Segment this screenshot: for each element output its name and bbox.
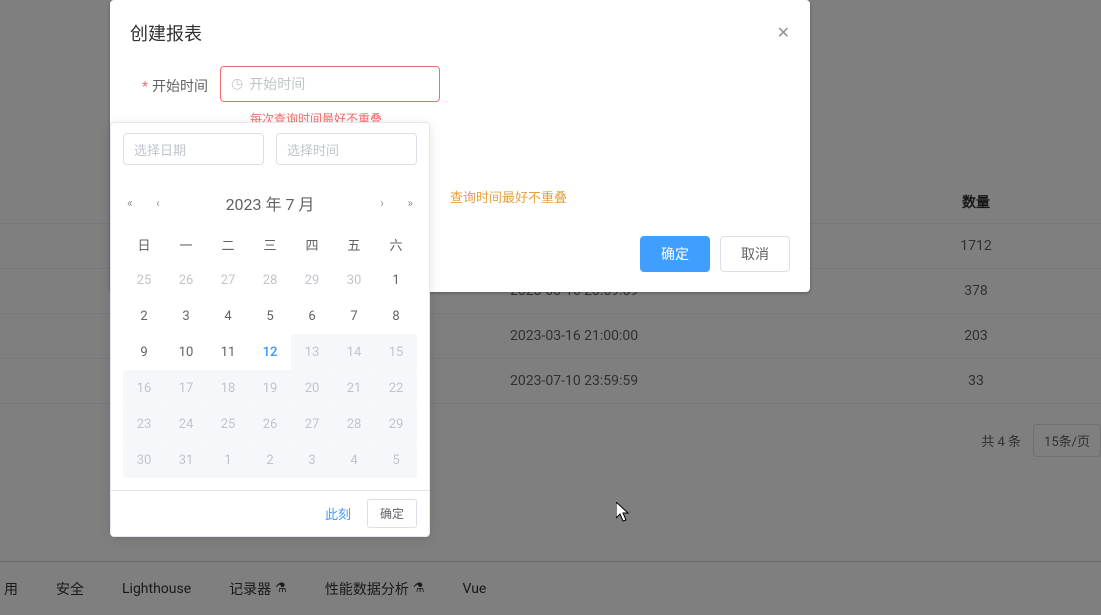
day-cell: 16 (123, 370, 165, 406)
day-cell[interactable]: 2 (123, 298, 165, 334)
start-time-input[interactable]: ◷ 开始时间 (220, 66, 440, 102)
day-of-week-header: 日一二三四五六 (123, 227, 417, 262)
confirm-button[interactable]: 确定 (640, 236, 710, 272)
clock-icon: ◷ (231, 76, 243, 92)
day-cell: 28 (333, 406, 375, 442)
close-icon[interactable]: ✕ (777, 23, 790, 43)
dow-cell: 二 (207, 235, 249, 254)
day-cell: 25 (207, 406, 249, 442)
day-cell: 22 (375, 370, 417, 406)
day-cell: 15 (375, 334, 417, 370)
day-cell: 4 (333, 442, 375, 478)
date-select-input[interactable]: 选择日期 (123, 133, 264, 165)
start-time-placeholder: 开始时间 (249, 74, 305, 94)
day-cell[interactable]: 26 (165, 262, 207, 298)
day-cell: 31 (165, 442, 207, 478)
day-cell: 1 (207, 442, 249, 478)
prev-year-button[interactable]: « (123, 196, 137, 210)
day-cell: 3 (291, 442, 333, 478)
day-cell[interactable]: 7 (333, 298, 375, 334)
day-cell: 19 (249, 370, 291, 406)
day-cell: 21 (333, 370, 375, 406)
day-cell[interactable]: 3 (165, 298, 207, 334)
time-select-input[interactable]: 选择时间 (276, 133, 417, 165)
day-cell[interactable]: 11 (207, 334, 249, 370)
dow-cell: 五 (333, 235, 375, 254)
day-cell[interactable]: 5 (249, 298, 291, 334)
day-cell: 17 (165, 370, 207, 406)
datepicker-ok-button[interactable]: 确定 (367, 499, 417, 528)
start-time-label: *开始时间 (130, 66, 220, 96)
day-cell: 30 (123, 442, 165, 478)
day-cell[interactable]: 27 (207, 262, 249, 298)
day-cell: 24 (165, 406, 207, 442)
tip-overlap-orange: 查询时间最好不重叠 (450, 187, 790, 206)
day-cell: 2 (249, 442, 291, 478)
day-cell: 13 (291, 334, 333, 370)
next-month-button[interactable]: › (376, 196, 388, 210)
modal-title: 创建报表 (130, 20, 202, 46)
day-cell: 26 (249, 406, 291, 442)
day-cell[interactable]: 4 (207, 298, 249, 334)
date-picker-panel: 选择日期 选择时间 « ‹ 2023 年 7 月 › » 日一二三四五六 252… (110, 122, 430, 537)
dow-cell: 四 (291, 235, 333, 254)
day-cell: 20 (291, 370, 333, 406)
day-cell[interactable]: 9 (123, 334, 165, 370)
day-cell: 5 (375, 442, 417, 478)
prev-month-button[interactable]: ‹ (152, 196, 164, 210)
day-cell[interactable]: 8 (375, 298, 417, 334)
day-cell[interactable]: 29 (291, 262, 333, 298)
day-cell: 18 (207, 370, 249, 406)
dow-cell: 三 (249, 235, 291, 254)
now-button[interactable]: 此刻 (317, 504, 359, 523)
day-cell[interactable]: 1 (375, 262, 417, 298)
day-cell: 29 (375, 406, 417, 442)
day-cell: 14 (333, 334, 375, 370)
day-cell[interactable]: 12 (249, 334, 291, 370)
day-cell: 23 (123, 406, 165, 442)
calendar-title: 2023 年 7 月 (226, 191, 315, 215)
dow-cell: 一 (165, 235, 207, 254)
day-cell[interactable]: 30 (333, 262, 375, 298)
day-cell[interactable]: 25 (123, 262, 165, 298)
dow-cell: 六 (375, 235, 417, 254)
cancel-button[interactable]: 取消 (720, 236, 790, 272)
next-year-button[interactable]: » (403, 196, 417, 210)
day-cell: 27 (291, 406, 333, 442)
dow-cell: 日 (123, 235, 165, 254)
day-cell[interactable]: 6 (291, 298, 333, 334)
day-cell[interactable]: 28 (249, 262, 291, 298)
day-cell[interactable]: 10 (165, 334, 207, 370)
